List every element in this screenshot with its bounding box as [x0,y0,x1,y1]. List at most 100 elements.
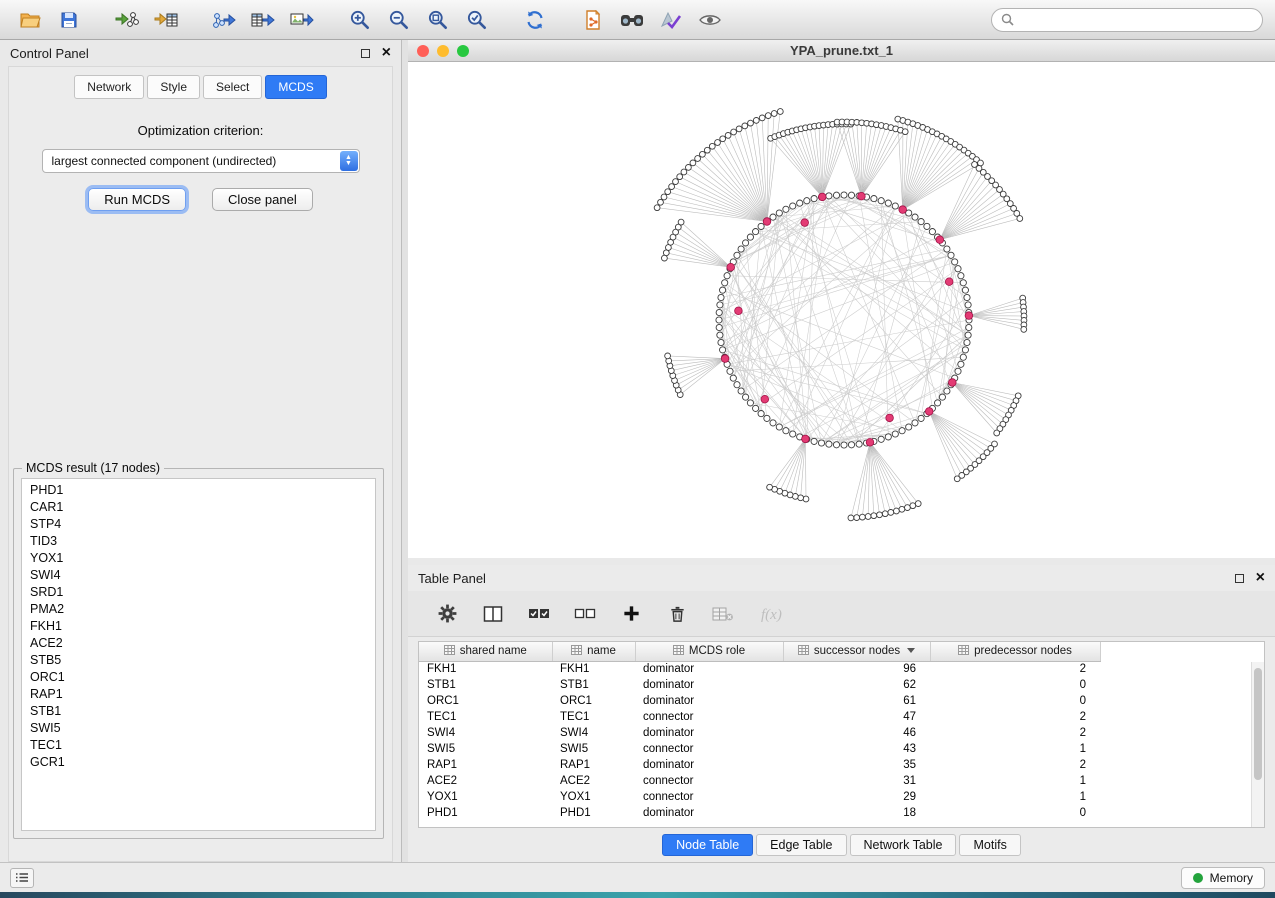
cell-name[interactable]: SWI5 [552,741,635,757]
cell-successor-nodes[interactable]: 18 [783,805,930,821]
zoom-fit-button[interactable] [420,5,456,35]
mcds-result-item[interactable]: TEC1 [22,737,375,754]
cell-MCDS-role[interactable]: connector [635,773,783,789]
mcds-result-item[interactable]: STB5 [22,652,375,669]
close-table-panel-icon[interactable]: × [1256,570,1265,586]
cell-predecessor-nodes[interactable]: 1 [930,789,1100,805]
cell-shared-name[interactable]: FKH1 [419,661,552,677]
apply-style-button[interactable] [653,5,689,35]
window-zoom-icon[interactable] [457,45,469,57]
mcds-result-item[interactable]: FKH1 [22,618,375,635]
cell-shared-name[interactable]: TEC1 [419,709,552,725]
mcds-result-item[interactable]: SRD1 [22,584,375,601]
import-network-button[interactable] [109,5,145,35]
cell-MCDS-role[interactable]: connector [635,741,783,757]
cell-MCDS-role[interactable]: dominator [635,805,783,821]
cell-successor-nodes[interactable]: 31 [783,773,930,789]
cell-predecessor-nodes[interactable]: 0 [930,693,1100,709]
zoom-in-button[interactable] [342,5,378,35]
tab-network[interactable]: Network [74,75,144,99]
save-session-button[interactable] [51,5,87,35]
table-row[interactable]: ACE2ACE2connector311 [419,773,1100,789]
show-panels-button[interactable] [10,868,34,888]
mcds-result-item[interactable]: PMA2 [22,601,375,618]
cell-shared-name[interactable]: RAP1 [419,757,552,773]
mcds-result-item[interactable]: TID3 [22,533,375,550]
cell-shared-name[interactable]: STB1 [419,677,552,693]
table-row[interactable]: SWI4SWI4dominator462 [419,725,1100,741]
function-builder-button[interactable]: f(x) [756,601,796,627]
window-minimize-icon[interactable] [437,45,449,57]
mcds-result-item[interactable]: STP4 [22,516,375,533]
delete-row-button[interactable] [664,601,690,627]
table-row[interactable]: YOX1YOX1connector291 [419,789,1100,805]
mcds-result-item[interactable]: PHD1 [22,482,375,499]
tab-motifs[interactable]: Motifs [959,834,1020,856]
column-header-successor-nodes[interactable]: successor nodes [783,642,930,661]
mcds-result-item[interactable]: SWI5 [22,720,375,737]
cell-name[interactable]: ACE2 [552,773,635,789]
table-scrollbar[interactable] [1251,662,1264,827]
cell-predecessor-nodes[interactable]: 0 [930,677,1100,693]
column-header-name[interactable]: name [552,642,635,661]
open-session-button[interactable] [12,5,48,35]
cell-successor-nodes[interactable]: 62 [783,677,930,693]
cell-predecessor-nodes[interactable]: 2 [930,709,1100,725]
cell-shared-name[interactable]: SWI5 [419,741,552,757]
network-canvas[interactable] [408,62,1275,558]
tab-network-table[interactable]: Network Table [850,834,957,856]
cell-MCDS-role[interactable]: dominator [635,725,783,741]
export-table-button[interactable] [245,5,281,35]
cell-shared-name[interactable]: SWI4 [419,725,552,741]
add-row-button[interactable] [618,601,644,627]
close-panel-button[interactable]: Close panel [212,188,313,211]
export-network-button[interactable] [206,5,242,35]
table-scrollbar-thumb[interactable] [1254,668,1262,780]
cell-predecessor-nodes[interactable]: 2 [930,661,1100,677]
cell-name[interactable]: SWI4 [552,725,635,741]
mcds-result-item[interactable]: ORC1 [22,669,375,686]
show-hide-button[interactable] [692,5,728,35]
table-row[interactable]: STB1STB1dominator620 [419,677,1100,693]
cell-successor-nodes[interactable]: 29 [783,789,930,805]
cell-name[interactable]: FKH1 [552,661,635,677]
table-settings-button[interactable] [434,601,460,627]
export-image-button[interactable] [284,5,320,35]
cell-successor-nodes[interactable]: 35 [783,757,930,773]
search-network-button[interactable] [614,5,650,35]
cell-name[interactable]: TEC1 [552,709,635,725]
column-header-MCDS-role[interactable]: MCDS role [635,642,783,661]
cell-successor-nodes[interactable]: 96 [783,661,930,677]
select-all-columns-button[interactable] [526,601,552,627]
import-table-button[interactable] [148,5,184,35]
global-search[interactable] [991,8,1263,32]
mcds-result-list[interactable]: PHD1CAR1STP4TID3YOX1SWI4SRD1PMA2FKH1ACE2… [21,478,376,831]
cell-name[interactable]: PHD1 [552,805,635,821]
mcds-result-item[interactable]: ACE2 [22,635,375,652]
mcds-result-item[interactable]: YOX1 [22,550,375,567]
memory-button[interactable]: Memory [1181,867,1265,889]
cell-shared-name[interactable]: ACE2 [419,773,552,789]
mcds-result-item[interactable]: CAR1 [22,499,375,516]
mcds-result-item[interactable]: STB1 [22,703,375,720]
cell-predecessor-nodes[interactable]: 1 [930,773,1100,789]
cell-successor-nodes[interactable]: 47 [783,709,930,725]
cell-predecessor-nodes[interactable]: 0 [930,805,1100,821]
share-document-button[interactable] [575,5,611,35]
cell-name[interactable]: STB1 [552,677,635,693]
clear-table-button[interactable] [710,601,736,627]
column-view-button[interactable] [480,601,506,627]
float-panel-icon[interactable] [361,49,370,58]
close-panel-icon[interactable]: × [382,45,391,61]
cell-shared-name[interactable]: YOX1 [419,789,552,805]
tab-node-table[interactable]: Node Table [662,834,753,856]
table-row[interactable]: ORC1ORC1dominator610 [419,693,1100,709]
cell-MCDS-role[interactable]: dominator [635,757,783,773]
mcds-result-item[interactable]: RAP1 [22,686,375,703]
column-header-predecessor-nodes[interactable]: predecessor nodes [930,642,1100,661]
zoom-out-button[interactable] [381,5,417,35]
float-table-panel-icon[interactable] [1235,574,1244,583]
run-mcds-button[interactable]: Run MCDS [88,188,186,211]
unselect-all-columns-button[interactable] [572,601,598,627]
cell-predecessor-nodes[interactable]: 2 [930,725,1100,741]
